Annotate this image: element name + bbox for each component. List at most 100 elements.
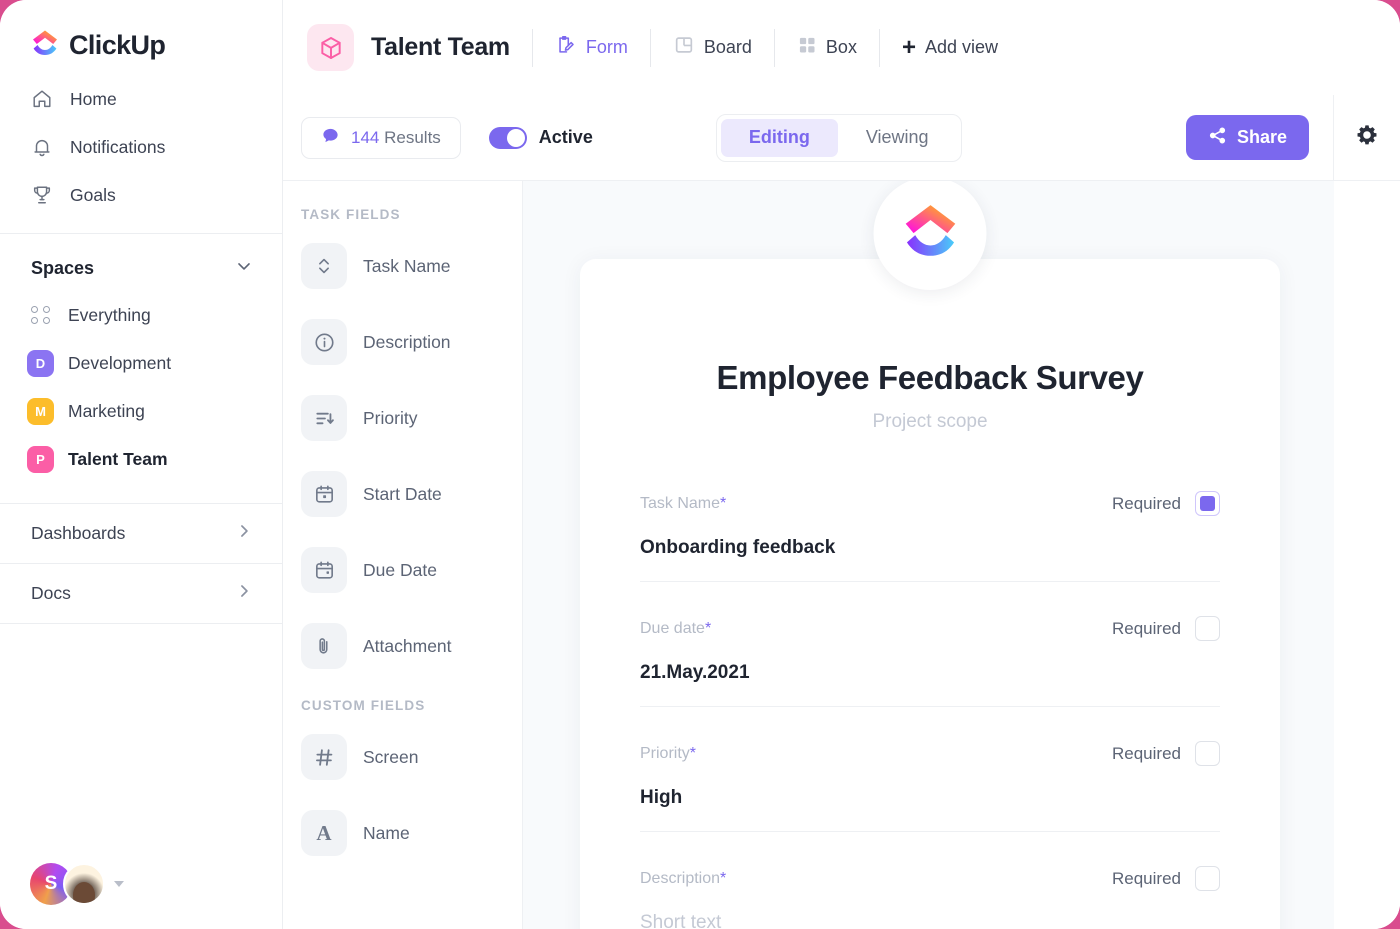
chevron-down-icon[interactable]	[234, 256, 254, 281]
field-item-due-date[interactable]: Due Date	[283, 532, 522, 608]
separator	[649, 28, 651, 67]
required-asterisk: *	[720, 494, 727, 512]
paperclip-icon	[301, 623, 347, 669]
board-icon	[673, 34, 695, 61]
brand-logo[interactable]: ClickUp	[0, 0, 282, 63]
cube-icon	[307, 24, 354, 71]
spaces-list: Everything D Development M Marketing P T…	[0, 291, 282, 483]
required-checkbox[interactable]	[1195, 741, 1220, 766]
results-text: 144 Results	[351, 128, 441, 148]
tab-form[interactable]: Form	[555, 34, 628, 61]
sidebar-item-marketing[interactable]: M Marketing	[0, 387, 282, 435]
required-control: Required	[1112, 616, 1220, 641]
calendar-icon	[301, 471, 347, 517]
toolbar-right: Share	[1185, 94, 1400, 181]
form-field-value[interactable]: Short text	[640, 891, 1220, 929]
tab-editing[interactable]: Editing	[720, 118, 838, 157]
required-checkbox[interactable]	[1195, 616, 1220, 641]
required-label: Required	[1112, 743, 1181, 763]
required-asterisk: *	[704, 619, 712, 637]
sidebar-item-everything[interactable]: Everything	[0, 291, 282, 339]
spaces-section-header[interactable]: Spaces	[0, 234, 282, 291]
field-item-attachment[interactable]: Attachment	[283, 608, 522, 684]
chevron-right-icon	[234, 581, 254, 606]
clickup-logo-icon	[899, 200, 961, 267]
form-toolbar: 144 Results Active Editing Viewing Share	[283, 94, 1400, 181]
field-item-screen[interactable]: Screen	[283, 719, 522, 795]
form-field-value[interactable]: Onboarding feedback	[640, 516, 1220, 559]
sidebar-item-talent-team[interactable]: P Talent Team	[0, 435, 282, 483]
sort-updown-icon	[301, 243, 347, 289]
required-label: Required	[1112, 618, 1181, 638]
field-label: Description	[363, 331, 451, 352]
dots-grid-icon	[27, 306, 54, 324]
chevron-down-icon[interactable]	[114, 881, 124, 887]
toggle-label: Active	[538, 127, 593, 147]
tab-box[interactable]: Box	[797, 35, 857, 60]
share-label: Share	[1236, 127, 1287, 147]
share-button[interactable]: Share	[1185, 115, 1309, 160]
brand-name: ClickUp	[69, 30, 166, 60]
settings-button[interactable]	[1334, 123, 1400, 152]
sidebar-item-home[interactable]: Home	[0, 75, 282, 123]
required-label: Required	[1112, 868, 1181, 888]
form-field-value[interactable]: 21.May.2021	[640, 641, 1220, 684]
active-toggle[interactable]: Active	[488, 126, 593, 149]
user-avatars: S	[30, 863, 124, 905]
sidebar-item-goals[interactable]: Goals	[0, 171, 282, 219]
letter-a-icon: A	[301, 810, 347, 856]
sidebar-item-label: Dashboards	[31, 523, 126, 543]
form-field-value[interactable]: High	[640, 766, 1220, 809]
sidebar-item-label: Home	[70, 88, 117, 109]
required-checkbox[interactable]	[1195, 491, 1220, 516]
form-field-label: Description*	[640, 869, 727, 887]
sidebar-item-dashboards[interactable]: Dashboards	[0, 503, 282, 563]
spaces-title: Spaces	[31, 258, 95, 278]
avatar[interactable]	[63, 863, 105, 905]
tab-board[interactable]: Board	[673, 34, 752, 61]
space-badge: M	[27, 397, 54, 425]
form-field-header: Task Name* Required	[640, 491, 1220, 516]
field-label: Name	[363, 822, 410, 843]
page-title: Talent Team	[371, 33, 510, 61]
add-view-button[interactable]: + Add view	[902, 35, 998, 60]
form-field-header: Priority* Required	[640, 741, 1220, 766]
field-item-priority[interactable]: Priority	[283, 380, 522, 456]
required-checkbox[interactable]	[1195, 866, 1220, 891]
tab-viewing[interactable]: Viewing	[838, 119, 957, 157]
results-chip[interactable]: 144 Results	[301, 116, 461, 159]
field-item-description[interactable]: Description	[283, 304, 522, 380]
calendar-icon	[301, 547, 347, 593]
field-item-name[interactable]: A Name	[283, 795, 522, 871]
sidebar-divider	[0, 623, 282, 624]
form-field-description[interactable]: Description* Required Short text	[640, 848, 1220, 929]
view-header: Talent Team Form Board Box + Add view	[283, 0, 1400, 95]
form-field-header: Due date* Required	[640, 616, 1220, 641]
space-label: Talent Team	[68, 448, 168, 469]
form-icon	[555, 34, 577, 61]
tab-label: Box	[825, 37, 857, 57]
sidebar-item-label: Goals	[70, 184, 116, 205]
form-field-due-date[interactable]: Due date* Required 21.May.2021	[640, 598, 1220, 707]
field-label: Screen	[363, 746, 419, 767]
fields-panel: TASK FIELDS Task Name Description Priori…	[283, 181, 523, 929]
primary-nav: Home Notifications Goals	[0, 63, 282, 219]
toggle-switch[interactable]	[488, 126, 527, 149]
field-item-start-date[interactable]: Start Date	[283, 456, 522, 532]
sidebar-item-notifications[interactable]: Notifications	[0, 123, 282, 171]
box-icon	[797, 35, 817, 60]
required-control: Required	[1112, 866, 1220, 891]
form-field-priority[interactable]: Priority* Required High	[640, 723, 1220, 832]
hash-icon	[301, 734, 347, 780]
app-window: ClickUp Home Notifications Goals Spaces …	[0, 0, 1400, 929]
sidebar-item-docs[interactable]: Docs	[0, 563, 282, 623]
separator	[878, 28, 880, 67]
field-item-task-name[interactable]: Task Name	[283, 228, 522, 304]
form-field-task-name[interactable]: Task Name* Required Onboarding feedback	[640, 473, 1220, 582]
trophy-icon	[31, 184, 53, 206]
form-fields-list: Task Name* Required Onboarding feedback …	[580, 433, 1280, 929]
results-label: Results	[384, 127, 441, 147]
sidebar-item-development[interactable]: D Development	[0, 339, 282, 387]
form-field-label: Due date*	[640, 619, 712, 637]
form-card: Employee Feedback Survey Project scope T…	[580, 181, 1280, 929]
